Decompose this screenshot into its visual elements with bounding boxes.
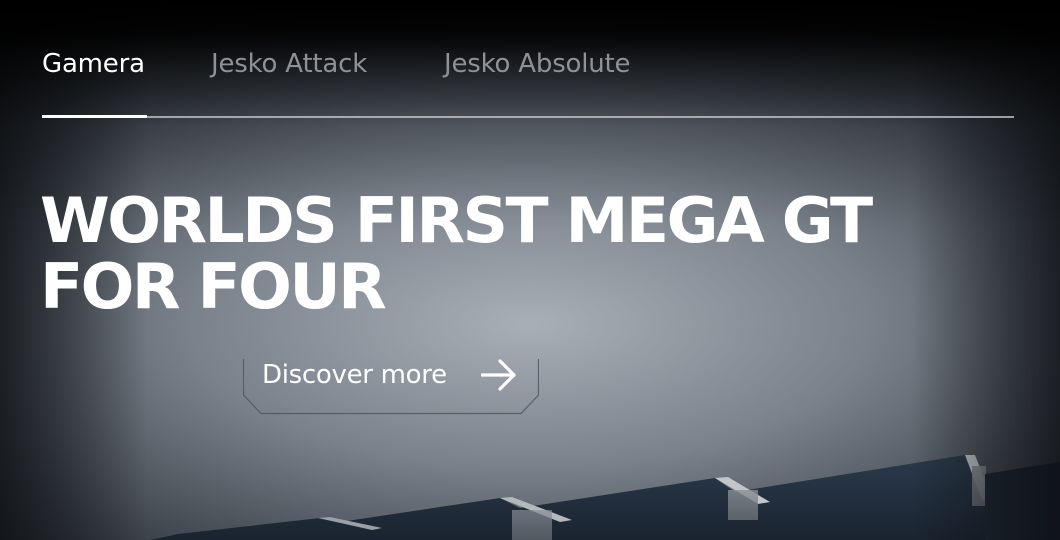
tabs-divider — [42, 116, 1014, 118]
tab-gamera[interactable]: Gamera — [42, 44, 211, 84]
hero-headline: WORLDS FIRST MEGA GT FOR FOUR — [40, 188, 1060, 320]
arrow-right-icon — [481, 359, 516, 391]
tab-jesko-absolute[interactable]: Jesko Absolute — [444, 44, 654, 84]
hero-section: Gamera Jesko Attack Jesko Absolute WORLD… — [0, 0, 1060, 540]
active-tab-indicator — [42, 115, 147, 118]
discover-more-button[interactable]: Discover more — [243, 355, 539, 415]
tab-jesko-attack[interactable]: Jesko Attack — [211, 44, 444, 84]
headline-line-1: WORLDS FIRST MEGA GT — [40, 184, 873, 257]
headline-line-2: FOR FOUR — [40, 250, 387, 323]
discover-more-label: Discover more — [262, 360, 447, 390]
model-tabs: Gamera Jesko Attack Jesko Absolute — [42, 44, 654, 84]
